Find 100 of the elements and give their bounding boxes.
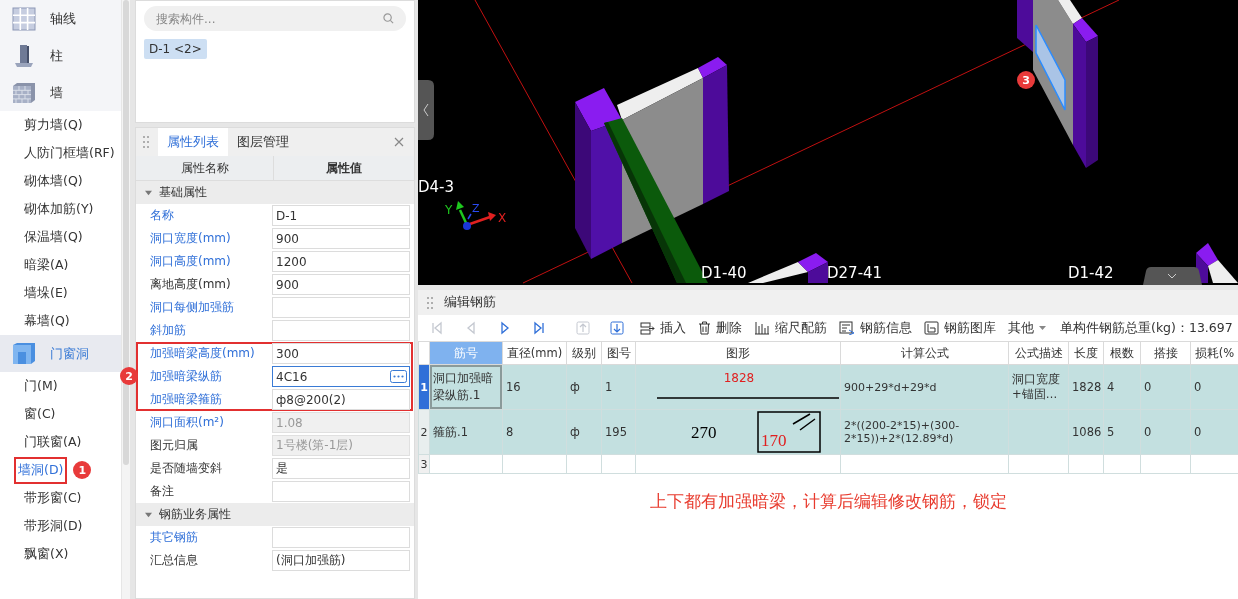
column-header: 图形 <box>635 341 841 365</box>
property-value-field[interactable]: D-1 <box>272 205 410 226</box>
sidebar-item[interactable]: 墙垛(E) <box>14 279 78 307</box>
property-value-field[interactable]: ф8@200(2) <box>272 389 410 410</box>
property-value: (洞口加强筋) <box>276 552 347 569</box>
property-name: 汇总信息 <box>149 552 199 569</box>
category-header[interactable]: 柱 <box>0 37 121 74</box>
property-value-field[interactable]: 900 <box>272 274 410 295</box>
property-name: 离地高度(mm) <box>149 276 232 293</box>
sidebar-item[interactable]: 幕墙(Q) <box>14 307 80 335</box>
toolbar-button-label: 缩尺配筋 <box>775 319 827 337</box>
toolbar-button[interactable]: 其他 <box>1004 317 1050 339</box>
table-cell: 0 <box>1190 364 1238 410</box>
property-value-field[interactable]: 是 <box>272 458 410 479</box>
sidebar-item[interactable]: 门联窗(A) <box>14 428 92 456</box>
property-name: 洞口高度(mm) <box>149 253 232 270</box>
section-header[interactable]: 基础属性 <box>136 181 414 204</box>
component-item[interactable]: D-1 <2> <box>144 39 207 59</box>
property-value-field[interactable]: 1200 <box>272 251 410 272</box>
property-name: 洞口宽度(mm) <box>149 230 232 247</box>
property-value-field[interactable]: 300 <box>272 343 410 364</box>
sidebar-item[interactable]: 飘窗(X) <box>14 540 79 568</box>
property-value: 4C16 <box>276 369 309 384</box>
caret-icon <box>1039 325 1046 331</box>
sidebar-item[interactable]: 暗梁(A) <box>14 251 79 279</box>
column-header: 筋号 <box>429 341 503 365</box>
image-frame-icon <box>924 321 939 335</box>
category-header[interactable]: 门窗洞 <box>0 335 121 372</box>
sidebar-item[interactable]: 墙洞(D) <box>14 456 68 484</box>
property-value-field[interactable] <box>272 527 410 548</box>
property-value: 是 <box>276 460 289 477</box>
panel-tab[interactable]: 图层管理 <box>228 128 298 156</box>
row-number[interactable]: 1 <box>418 364 430 410</box>
property-value-field[interactable] <box>272 481 410 502</box>
sidebar-item[interactable]: 砌体墙(Q) <box>14 167 93 195</box>
toolbar-button-label: 删除 <box>716 319 742 337</box>
column-header: 直径(mm) <box>502 341 567 365</box>
axis-label: D1-40 <box>701 264 747 282</box>
toolbar-button[interactable]: 删除 <box>694 317 746 339</box>
wall-drawing <box>1196 243 1238 283</box>
toolbar-button[interactable]: 缩尺配筋 <box>750 317 831 339</box>
property-value-field[interactable] <box>272 297 410 318</box>
toolbar-button-label: 插入 <box>660 319 686 337</box>
property-value-field[interactable]: (洞口加强筋) <box>272 550 410 571</box>
search-field[interactable]: 搜索构件... <box>144 6 406 31</box>
sidebar-item[interactable]: 带形洞(D) <box>14 512 93 540</box>
number-badge: 1 <box>73 461 92 479</box>
property-name: 洞口面积(m²) <box>149 414 225 431</box>
property-value: 1号楼(第-1层) <box>276 437 354 454</box>
toolbar-button[interactable]: 插入 <box>636 317 690 339</box>
category-label: 轴线 <box>49 9 76 28</box>
property-value: ф8@200(2) <box>276 392 347 407</box>
3d-viewport[interactable]: D4-3 D1-40 D27-41 D1-42 Y Z X 3 <box>418 0 1238 285</box>
table-cell: 洞口加强暗梁纵筋.1 <box>429 364 503 410</box>
sidebar-item[interactable]: 保温墙(Q) <box>14 223 93 251</box>
collapse-tab[interactable] <box>1143 267 1202 285</box>
column-header: 属性值 <box>325 160 363 177</box>
toolbar-button[interactable]: 钢筋图库 <box>920 317 1000 339</box>
column-header: 搭接 <box>1140 341 1191 365</box>
sidebar-item[interactable]: 人防门框墙(RF) <box>14 139 121 167</box>
property-value: 900 <box>276 231 300 246</box>
last-arrow-icon <box>532 321 546 335</box>
property-name: 斜加筋 <box>149 322 187 339</box>
toolbar-button[interactable]: 钢筋信息 <box>835 317 916 339</box>
axis-letter: Z <box>472 202 480 215</box>
number-badge: 2 <box>120 367 138 385</box>
sidebar-item[interactable]: 门(M) <box>14 372 68 400</box>
property-value-field[interactable]: 900 <box>272 228 410 249</box>
sidebar-item[interactable]: 砌体加筋(Y) <box>14 195 104 223</box>
category-header[interactable]: 墙 <box>0 74 121 111</box>
sidebar-item[interactable]: 带形窗(C) <box>14 484 92 512</box>
brick-wall-icon <box>12 80 36 105</box>
column-header: 图号 <box>601 341 636 365</box>
table-cell: 195 <box>601 409 636 455</box>
property-value-field[interactable]: 4C16 <box>272 366 410 387</box>
table-cell: 1086 <box>1068 409 1104 455</box>
section-header[interactable]: 钢筋业务属性 <box>136 503 414 526</box>
up-arrow-icon <box>576 321 590 335</box>
window-frame-icon <box>12 341 36 366</box>
drag-handle-icon[interactable] <box>142 135 150 149</box>
property-value-field[interactable] <box>272 320 410 341</box>
annotation-note: 上下都有加强暗梁，计算后编辑修改钢筋，锁定 <box>648 490 1008 513</box>
row-number[interactable]: 2 <box>418 409 430 455</box>
panel-tab[interactable]: 属性列表 <box>158 128 228 156</box>
property-name: 加强暗梁箍筋 <box>149 391 223 408</box>
down-arrow-icon <box>610 321 624 335</box>
more-icon[interactable] <box>390 370 407 383</box>
property-value: D-1 <box>276 208 299 223</box>
sidebar-item[interactable]: 窗(C) <box>14 400 66 428</box>
close-icon[interactable] <box>394 137 404 147</box>
axis-letter: Y <box>445 203 453 217</box>
row-number[interactable]: 3 <box>418 454 430 474</box>
sidebar-item[interactable]: 剪力墙(Q) <box>14 111 93 139</box>
table-cell: 0 <box>1140 364 1191 410</box>
drag-handle-icon[interactable] <box>426 295 434 310</box>
grid-icon <box>12 6 36 31</box>
scrollbar[interactable] <box>122 0 130 599</box>
collapse-tab[interactable] <box>418 80 434 140</box>
category-header[interactable]: 轴线 <box>0 0 121 37</box>
table-cell: 900+29*d+29*d <box>840 364 1009 410</box>
